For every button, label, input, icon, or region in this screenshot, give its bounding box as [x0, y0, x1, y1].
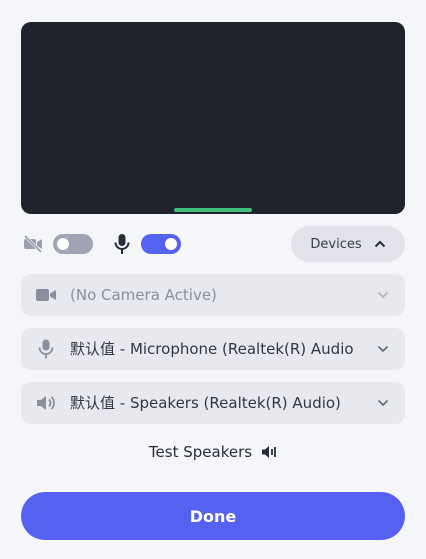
camera-toggle[interactable] — [53, 234, 93, 254]
audio-level-bar — [174, 208, 252, 212]
chevron-down-icon — [377, 345, 389, 353]
microphone-icon — [38, 339, 54, 359]
video-camera-icon — [36, 289, 56, 301]
microphone-icon — [114, 234, 130, 254]
microphone-select-value: 默认值 - Microphone (Realtek(R) Audio) — [70, 340, 353, 358]
chevron-down-icon — [377, 399, 389, 407]
camera-select-value: (No Camera Active) — [70, 286, 217, 304]
test-speakers-button[interactable]: Test Speakers — [0, 441, 426, 463]
devices-button[interactable]: Devices — [291, 226, 405, 262]
media-controls: Devices — [21, 226, 405, 262]
microphone-toggle[interactable] — [141, 234, 181, 254]
done-button[interactable]: Done — [21, 492, 405, 540]
chevron-up-icon — [374, 240, 385, 248]
devices-button-label: Devices — [310, 236, 362, 252]
video-preview — [21, 22, 405, 214]
speaker-icon — [37, 396, 55, 410]
chevron-down-icon — [377, 291, 389, 299]
speakers-select-value: 默认值 - Speakers (Realtek(R) Audio) — [70, 394, 341, 412]
speakers-select[interactable]: 默认值 - Speakers (Realtek(R) Audio) — [21, 382, 405, 424]
microphone-select[interactable]: 默认值 - Microphone (Realtek(R) Audio) — [21, 328, 405, 370]
test-speakers-label: Test Speakers — [148, 443, 253, 461]
camera-off-icon — [23, 234, 43, 254]
microphone-toggle-knob — [165, 238, 177, 250]
speaker-icon — [262, 446, 276, 458]
camera-select[interactable]: (No Camera Active) — [21, 274, 405, 316]
camera-toggle-knob — [57, 238, 69, 250]
done-button-label: Done — [189, 506, 237, 526]
